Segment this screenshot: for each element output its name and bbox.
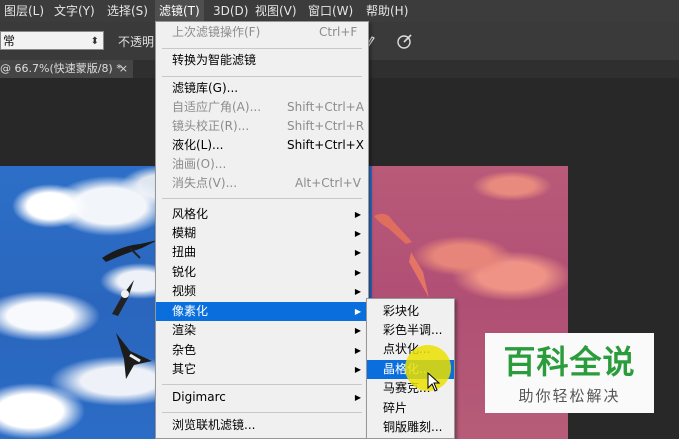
menu-select[interactable]: 选择(S) (103, 0, 152, 22)
menu-item-oil-paint[interactable]: 油画(O)... (156, 155, 368, 174)
menu-item-vanishing-point[interactable]: 消失点(V)... Alt+Ctrl+V (156, 174, 368, 193)
submenu-arrow-icon: ▶ (354, 393, 361, 402)
menu-view[interactable]: 视图(V) (251, 0, 301, 22)
menu-item-label: 滤镜库(G)... (172, 81, 239, 95)
menu-item-label: 其它 (172, 362, 197, 376)
bird-image (374, 213, 412, 244)
menu-item-label: 锐化 (172, 265, 197, 279)
menu-item-liquify[interactable]: 液化(L)... Shift+Ctrl+X (156, 136, 368, 155)
submenu-arrow-icon: ▶ (354, 365, 361, 374)
menu-3d[interactable]: 3D(D) (209, 0, 252, 22)
menu-item-shortcut: Ctrl+F (319, 25, 358, 39)
menu-item-render[interactable]: 渲染 ▶ (156, 321, 368, 340)
menu-item-label: 模糊 (172, 226, 197, 240)
submenu-arrow-icon: ▶ (354, 268, 361, 277)
menu-item-digimarc[interactable]: Digimarc ▶ (156, 388, 368, 407)
menu-help[interactable]: 帮助(H) (362, 0, 412, 22)
submenu-arrow-icon: ▶ (354, 287, 361, 296)
menu-item-sharpen[interactable]: 锐化 ▶ (156, 263, 368, 282)
menu-type[interactable]: 文字(Y) (50, 0, 99, 22)
menu-item-filter-gallery[interactable]: 滤镜库(G)... (156, 79, 368, 98)
arrow-cursor-icon (427, 372, 441, 392)
mode-select[interactable]: 常 ⬍ (0, 31, 104, 50)
menu-item-shortcut: Shift+Ctrl+R (287, 119, 365, 133)
menu-item-label: 自适应广角(A)... (172, 100, 262, 114)
menu-bar: 图层(L) 文字(Y) 选择(S) 滤镜(T) 3D(D) 视图(V) 窗口(W… (0, 0, 679, 22)
menu-item-label: 镜头校正(R)... (172, 119, 250, 133)
bird-image (409, 252, 429, 298)
submenu-item-label: 铜版雕刻... (383, 420, 443, 434)
menu-item-label: 视频 (172, 284, 197, 298)
submenu-arrow-icon: ▶ (354, 248, 361, 257)
submenu-item-label: 彩色半调... (383, 323, 443, 337)
watermark-logo: 百科全说 助你轻松解决 (485, 333, 654, 413)
document-tab-label: @ 66.7%(快速蒙版/8) * (0, 62, 122, 75)
menu-item-convert-smart-filter[interactable]: 转换为智能滤镜 (156, 51, 368, 70)
submenu-arrow-icon: ▶ (354, 229, 361, 238)
menu-item-label: 风格化 (172, 207, 209, 221)
filter-dropdown-menu: 上次滤镜操作(F) Ctrl+F 转换为智能滤镜 滤镜库(G)... 自适应广角… (155, 21, 369, 439)
menu-item-other[interactable]: 其它 ▶ (156, 360, 368, 379)
menu-filter[interactable]: 滤镜(T) (155, 0, 204, 22)
menu-item-label: 扭曲 (172, 245, 197, 259)
menu-separator (162, 412, 362, 413)
submenu-item-fragment[interactable]: 碎片 (367, 399, 454, 418)
menu-item-label: 像素化 (172, 304, 209, 318)
menu-layer[interactable]: 图层(L) (0, 0, 48, 22)
menu-item-browse-online-filters[interactable]: 浏览联机滤镜... (156, 416, 368, 435)
menu-item-label: 油画(O)... (172, 157, 227, 171)
menu-item-stylize[interactable]: 风格化 ▶ (156, 205, 368, 224)
pressure-size-icon[interactable] (396, 32, 414, 50)
menu-item-blur[interactable]: 模糊 ▶ (156, 224, 368, 243)
menu-item-distort[interactable]: 扭曲 ▶ (156, 243, 368, 262)
menu-item-label: 渲染 (172, 323, 197, 337)
menu-item-shortcut: Shift+Ctrl+X (287, 138, 364, 152)
menu-item-video[interactable]: 视频 ▶ (156, 282, 368, 301)
menu-item-shortcut: Shift+Ctrl+A (287, 100, 364, 114)
submenu-item-label: 彩块化 (383, 304, 420, 318)
select-arrow-icon: ⬍ (90, 36, 99, 47)
submenu-item-mezzotint[interactable]: 铜版雕刻... (367, 418, 454, 437)
bird-image (102, 240, 158, 262)
submenu-arrow-icon: ▶ (354, 326, 361, 335)
menu-separator (162, 76, 362, 77)
watermark-subtitle: 助你轻松解决 (518, 387, 621, 405)
menu-separator (162, 48, 362, 49)
menu-separator (162, 384, 362, 385)
menu-item-noise[interactable]: 杂色 ▶ (156, 341, 368, 360)
watermark-title: 百科全说 (503, 343, 636, 381)
menu-window[interactable]: 窗口(W) (304, 0, 357, 22)
close-icon[interactable]: × (119, 60, 128, 78)
menu-item-pixelate[interactable]: 像素化 ▶ (156, 302, 368, 321)
menu-item-shortcut: Alt+Ctrl+V (295, 176, 361, 190)
menu-item-label: Digimarc (172, 390, 226, 404)
submenu-arrow-icon: ▶ (354, 346, 361, 355)
submenu-arrow-icon: ▶ (354, 210, 361, 219)
menu-item-last-filter[interactable]: 上次滤镜操作(F) Ctrl+F (156, 23, 368, 42)
menu-item-adaptive-wide-angle[interactable]: 自适应广角(A)... Shift+Ctrl+A (156, 98, 368, 117)
bird-image (112, 280, 134, 316)
menu-item-label: 杂色 (172, 343, 197, 357)
menu-item-lens-correction[interactable]: 镜头校正(R)... Shift+Ctrl+R (156, 117, 368, 136)
submenu-item-label: 碎片 (383, 401, 408, 415)
submenu-item-color-halftone[interactable]: 彩色半调... (367, 321, 454, 340)
menu-separator (162, 198, 362, 199)
menu-item-label: 转换为智能滤镜 (172, 53, 257, 67)
submenu-arrow-icon: ▶ (354, 307, 361, 316)
menu-item-label: 浏览联机滤镜... (172, 418, 256, 432)
opacity-label: 不透明 (118, 35, 155, 49)
mode-value: 常 (3, 34, 16, 48)
menu-item-label: 液化(L)... (172, 138, 224, 152)
menu-item-label: 消失点(V)... (172, 176, 238, 190)
document-tab[interactable]: @ 66.7%(快速蒙版/8) * × (0, 60, 133, 78)
menu-item-label: 上次滤镜操作(F) (172, 25, 261, 39)
bird-image (116, 333, 152, 379)
submenu-item-color-halftone-block[interactable]: 彩块化 (367, 302, 454, 321)
